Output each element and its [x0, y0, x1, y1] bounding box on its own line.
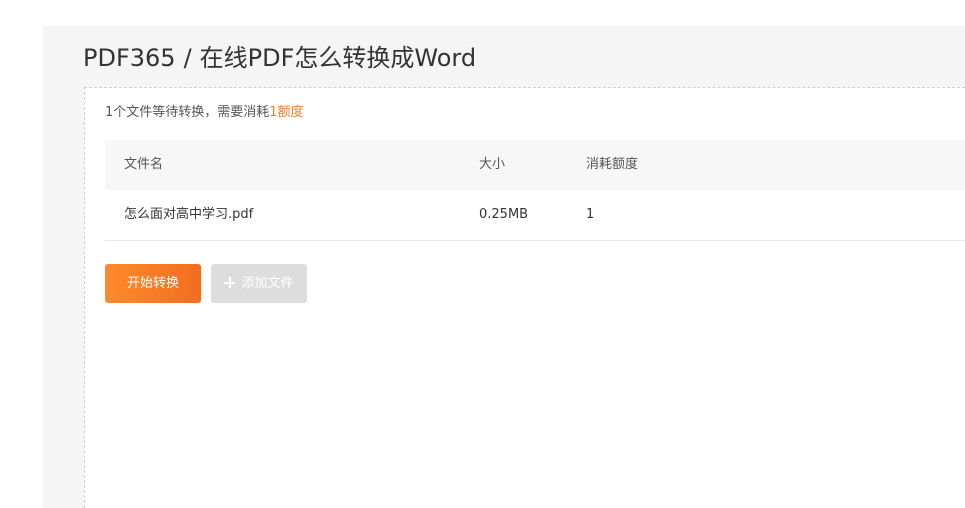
add-file-label: 添加文件	[241, 276, 294, 291]
file-size: 0.25MB	[479, 207, 529, 222]
table-row: 怎么面对高中学习.pdf 0.25MB 1	[105, 190, 965, 241]
table-header: 文件名 大小 消耗额度	[105, 140, 965, 190]
summary-text: 1个文件等待转换，需要消耗	[105, 105, 270, 120]
file-name: 怎么面对高中学习.pdf	[124, 207, 254, 222]
file-drop-zone[interactable]: 1个文件等待转换，需要消耗1额度 文件名 大小 消耗额度 怎么面对高中学习.pd…	[84, 87, 965, 508]
breadcrumb-separator: /	[183, 44, 192, 72]
breadcrumb-brand[interactable]: PDF365	[83, 44, 176, 72]
converter-panel: PDF365/在线PDF怎么转换成Word 1个文件等待转换，需要消耗1额度 文…	[43, 26, 965, 508]
add-file-button[interactable]: 添加文件	[211, 264, 307, 303]
plus-icon	[224, 277, 236, 288]
breadcrumb-current: 在线PDF怎么转换成Word	[199, 44, 477, 72]
file-credit: 1	[586, 207, 595, 222]
file-table: 文件名 大小 消耗额度 怎么面对高中学习.pdf 0.25MB 1	[105, 140, 965, 241]
column-header-credit: 消耗额度	[586, 157, 639, 172]
start-conversion-label: 开始转换	[126, 276, 179, 291]
credit-amount: 1额度	[269, 105, 304, 120]
page: PDF365/在线PDF怎么转换成Word 1个文件等待转换，需要消耗1额度 文…	[0, 0, 965, 508]
page-title: PDF365/在线PDF怎么转换成Word	[83, 42, 476, 74]
conversion-summary: 1个文件等待转换，需要消耗1额度	[105, 104, 304, 122]
column-header-size: 大小	[479, 157, 506, 172]
start-conversion-button[interactable]: 开始转换	[105, 264, 201, 303]
column-header-name: 文件名	[124, 157, 164, 172]
